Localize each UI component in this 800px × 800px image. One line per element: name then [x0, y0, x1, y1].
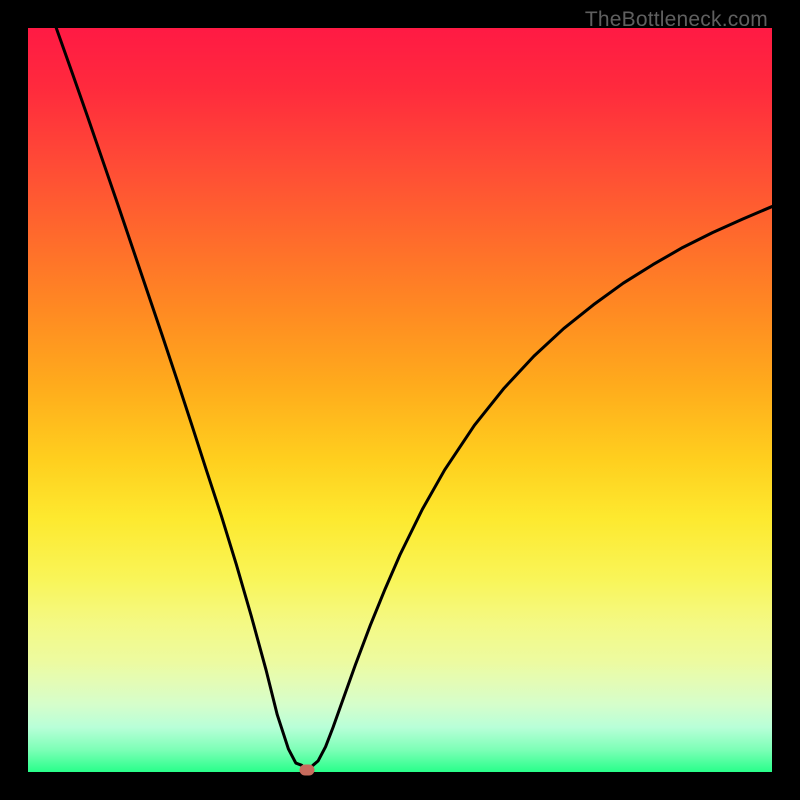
chart-frame: TheBottleneck.com	[0, 0, 800, 800]
minimum-marker	[300, 764, 315, 775]
plot-area	[28, 28, 772, 772]
bottleneck-curve	[28, 28, 772, 772]
